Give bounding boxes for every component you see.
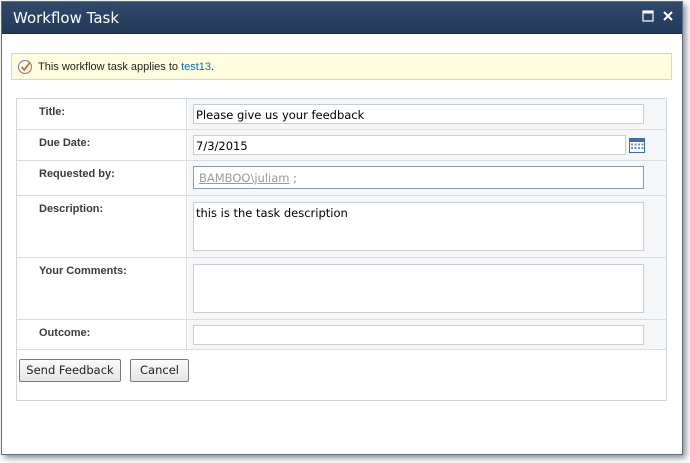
- requested-by-label-cell: Requested by:: [17, 161, 187, 195]
- outcome-field-cell: [188, 320, 666, 349]
- notice-text: This workflow task applies to test13.: [38, 61, 214, 73]
- title-label: Title:: [39, 106, 66, 118]
- comments-field-cell: [188, 258, 666, 319]
- close-icon[interactable]: [662, 10, 674, 22]
- outcome-input[interactable]: [193, 325, 644, 345]
- requested-by-field-cell: BAMBOO\juliam ;: [188, 161, 666, 195]
- requester-name[interactable]: BAMBOO\juliam: [199, 171, 289, 185]
- task-notice-bar: This workflow task applies to test13.: [11, 53, 672, 80]
- due-date-label-cell: Due Date:: [17, 130, 187, 160]
- people-picker[interactable]: BAMBOO\juliam ;: [193, 166, 644, 189]
- calendar-icon[interactable]: [629, 137, 645, 153]
- comments-textarea[interactable]: [193, 264, 644, 313]
- due-date-row: Due Date: 7/3/2015: [17, 130, 666, 161]
- item-link[interactable]: test13: [181, 61, 211, 73]
- description-label: Description:: [39, 203, 104, 215]
- people-separator: ;: [289, 171, 297, 185]
- description-textarea[interactable]: this is the task description: [193, 202, 644, 251]
- send-feedback-button[interactable]: Send Feedback: [19, 359, 121, 382]
- title-row: Title: Please give us your feedback: [17, 99, 666, 130]
- cancel-button[interactable]: Cancel: [130, 359, 189, 382]
- title-label-cell: Title:: [17, 99, 187, 129]
- due-date-field-cell: 7/3/2015: [188, 130, 666, 160]
- dialog-title: Workflow Task: [13, 9, 120, 27]
- button-bar: Send Feedback Cancel: [17, 355, 666, 400]
- due-date-label: Due Date:: [39, 137, 91, 149]
- description-field-cell: this is the task description: [188, 196, 666, 257]
- title-field-cell: Please give us your feedback: [188, 99, 666, 129]
- comments-label: Your Comments:: [39, 265, 127, 277]
- outcome-row: Outcome:: [17, 320, 666, 350]
- requested-by-label: Requested by:: [39, 168, 115, 180]
- description-row: Description: this is the task descriptio…: [17, 196, 666, 258]
- description-label-cell: Description:: [17, 196, 187, 257]
- notice-message: This workflow task applies to: [38, 61, 182, 73]
- maximize-icon[interactable]: [642, 10, 654, 22]
- outcome-label: Outcome:: [39, 327, 91, 339]
- comments-row: Your Comments:: [17, 258, 666, 320]
- workflow-task-icon: [17, 59, 33, 75]
- dialog-titlebar: Workflow Task: [2, 2, 682, 34]
- task-form: Title: Please give us your feedback Due …: [16, 98, 667, 401]
- title-input[interactable]: Please give us your feedback: [193, 104, 644, 124]
- notice-suffix: .: [211, 61, 215, 73]
- due-date-input[interactable]: 7/3/2015: [193, 135, 626, 155]
- workflow-task-dialog: Workflow Task This workflow task applies…: [1, 1, 683, 455]
- comments-label-cell: Your Comments:: [17, 258, 187, 319]
- requested-by-row: Requested by: BAMBOO\juliam ;: [17, 161, 666, 196]
- outcome-label-cell: Outcome:: [17, 320, 187, 349]
